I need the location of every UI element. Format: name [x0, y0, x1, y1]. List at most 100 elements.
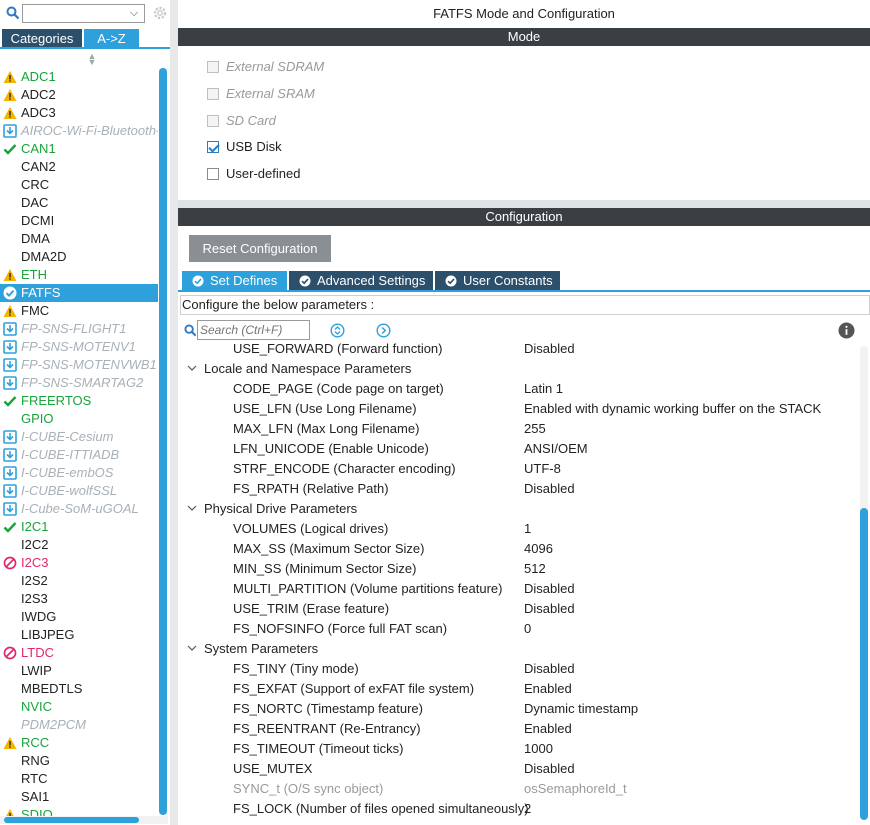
- parameter-row[interactable]: FS_LOCK (Number of files opened simultan…: [178, 799, 856, 819]
- parameter-row[interactable]: LFN_UNICODE (Enable Unicode) ANSI/OEM: [178, 439, 856, 459]
- parameter-row[interactable]: USE_MUTEX Disabled: [178, 759, 856, 779]
- chevron-down-icon[interactable]: ⌵: [127, 6, 141, 21]
- peripheral-item-gpio[interactable]: GPIO: [0, 410, 158, 428]
- parameter-value[interactable]: Disabled: [524, 339, 575, 359]
- parameter-row[interactable]: USE_TRIM (Erase feature) Disabled: [178, 599, 856, 619]
- parameter-value[interactable]: Latin 1: [524, 379, 563, 399]
- info-icon[interactable]: [838, 322, 855, 339]
- parameter-row[interactable]: FS_REENTRANT (Re-Entrancy) Enabled: [178, 719, 856, 739]
- parameter-row[interactable]: STRF_ENCODE (Character encoding) UTF-8: [178, 459, 856, 479]
- peripheral-item-i-cube-embos[interactable]: I-CUBE-embOS: [0, 464, 158, 482]
- peripheral-item-adc2[interactable]: ADC2: [0, 86, 158, 104]
- tab-categories[interactable]: Categories: [2, 29, 82, 48]
- tab-user-constants[interactable]: User Constants: [435, 271, 560, 291]
- peripheral-item-mbedtls[interactable]: MBEDTLS: [0, 680, 158, 698]
- peripheral-item-ltdc[interactable]: LTDC: [0, 644, 158, 662]
- parameter-value[interactable]: Disabled: [524, 599, 575, 619]
- peripheral-item-fmc[interactable]: FMC: [0, 302, 158, 320]
- scrollbar-thumb[interactable]: [4, 817, 139, 823]
- parameter-row[interactable]: FS_NORTC (Timestamp feature) Dynamic time…: [178, 699, 856, 719]
- checkbox[interactable]: [207, 141, 219, 153]
- peripheral-item-fp-sns-motenv1[interactable]: FP-SNS-MOTENV1: [0, 338, 158, 356]
- parameter-group-locale-and-namespace-parameters[interactable]: Locale and Namespace Parameters: [178, 359, 856, 379]
- peripheral-item-freertos[interactable]: FREERTOS: [0, 392, 158, 410]
- search-next-icon[interactable]: [376, 323, 391, 338]
- gear-icon[interactable]: [152, 5, 168, 21]
- search-icon[interactable]: [6, 6, 20, 20]
- parameter-row[interactable]: FS_TINY (Tiny mode) Disabled: [178, 659, 856, 679]
- parameter-row[interactable]: MULTI_PARTITION (Volume partitions featu…: [178, 579, 856, 599]
- parameter-row[interactable]: CODE_PAGE (Code page on target) Latin 1: [178, 379, 856, 399]
- parameter-value[interactable]: ANSI/OEM: [524, 439, 588, 459]
- parameter-value[interactable]: Disabled: [524, 479, 575, 499]
- chevron-down-icon[interactable]: [186, 642, 198, 654]
- parameter-value[interactable]: 0: [524, 619, 531, 639]
- peripheral-item-dac[interactable]: DAC: [0, 194, 158, 212]
- chevron-down-icon[interactable]: [186, 502, 198, 514]
- parameter-value[interactable]: 1: [524, 519, 531, 539]
- peripheral-item-sai1[interactable]: SAI1: [0, 788, 158, 806]
- peripheral-item-nvic[interactable]: NVIC: [0, 698, 158, 716]
- peripheral-list-vertical-scrollbar[interactable]: [159, 68, 167, 815]
- peripheral-item-fatfs[interactable]: FATFS: [0, 284, 158, 302]
- parameter-row[interactable]: FS_EXFAT (Support of exFAT file system) E…: [178, 679, 856, 699]
- reset-configuration-button[interactable]: Reset Configuration: [189, 235, 331, 262]
- parameter-value[interactable]: Enabled with dynamic working buffer on t…: [524, 399, 821, 419]
- parameter-row[interactable]: USE_LFN (Use Long Filename) Enabled with …: [178, 399, 856, 419]
- peripheral-item-dma2d[interactable]: DMA2D: [0, 248, 158, 266]
- peripheral-item-rcc[interactable]: RCC: [0, 734, 158, 752]
- peripheral-item-dma[interactable]: DMA: [0, 230, 158, 248]
- parameter-row[interactable]: FS_RPATH (Relative Path) Disabled: [178, 479, 856, 499]
- chevron-down-icon[interactable]: [186, 362, 198, 374]
- parameter-value[interactable]: Disabled: [524, 579, 575, 599]
- parameter-row[interactable]: SYNC_t (O/S sync object) osSemaphoreId_t: [178, 779, 856, 799]
- peripheral-item-fp-sns-motenvwb1[interactable]: FP-SNS-MOTENVWB1: [0, 356, 158, 374]
- peripheral-item-i-cube-wolfssl[interactable]: I-CUBE-wolfSSL: [0, 482, 158, 500]
- parameter-row[interactable]: MIN_SS (Minimum Sector Size) 512: [178, 559, 856, 579]
- checkbox[interactable]: [207, 168, 219, 180]
- peripheral-item-i2c1[interactable]: I2C1: [0, 518, 158, 536]
- scrollbar-thumb[interactable]: [159, 68, 167, 815]
- peripheral-item-i-cube-som-ugoal[interactable]: I-Cube-SoM-uGOAL: [0, 500, 158, 518]
- parameter-row[interactable]: MAX_SS (Maximum Sector Size) 4096: [178, 539, 856, 559]
- peripheral-item-fp-sns-flight1[interactable]: FP-SNS-FLIGHT1: [0, 320, 158, 338]
- panel-splitter[interactable]: [170, 0, 178, 825]
- parameter-search-input[interactable]: [197, 320, 310, 340]
- peripheral-item-iwdg[interactable]: IWDG: [0, 608, 158, 626]
- peripheral-item-can2[interactable]: CAN2: [0, 158, 158, 176]
- parameter-value[interactable]: Enabled: [524, 679, 572, 699]
- parameter-value[interactable]: osSemaphoreId_t: [524, 779, 627, 799]
- peripheral-item-i-cube-cesium[interactable]: I-CUBE-Cesium: [0, 428, 158, 446]
- peripheral-item-lwip[interactable]: LWIP: [0, 662, 158, 680]
- parameter-vertical-scrollbar[interactable]: [860, 346, 868, 820]
- peripheral-item-i2c2[interactable]: I2C2: [0, 536, 158, 554]
- parameter-value[interactable]: 1000: [524, 739, 553, 759]
- peripheral-item-fp-sns-smartag2[interactable]: FP-SNS-SMARTAG2: [0, 374, 158, 392]
- peripheral-list-horizontal-scrollbar[interactable]: [0, 816, 168, 824]
- parameter-value[interactable]: 2: [524, 799, 531, 819]
- peripheral-search-combo[interactable]: ⌵: [22, 4, 145, 23]
- peripheral-item-libjpeg[interactable]: LIBJPEG: [0, 626, 158, 644]
- peripheral-item-airoc-wi-fi-bluetooth-stm32[interactable]: AIROC-Wi-Fi-Bluetooth-STM32: [0, 122, 158, 140]
- peripheral-item-i-cube-ittiadb[interactable]: I-CUBE-ITTIADB: [0, 446, 158, 464]
- parameter-row[interactable]: FS_TIMEOUT (Timeout ticks) 1000: [178, 739, 856, 759]
- parameter-value[interactable]: Dynamic timestamp: [524, 699, 638, 719]
- parameter-value[interactable]: 255: [524, 419, 546, 439]
- peripheral-item-dcmi[interactable]: DCMI: [0, 212, 158, 230]
- parameter-value[interactable]: 512: [524, 559, 546, 579]
- parameter-row[interactable]: VOLUMES (Logical drives) 1: [178, 519, 856, 539]
- parameter-group-physical-drive-parameters[interactable]: Physical Drive Parameters: [178, 499, 856, 519]
- peripheral-item-can1[interactable]: CAN1: [0, 140, 158, 158]
- tab-set-defines[interactable]: Set Defines: [182, 271, 287, 291]
- parameter-group-system-parameters[interactable]: System Parameters: [178, 639, 856, 659]
- parameter-row[interactable]: FS_NOFSINFO (Force full FAT scan) 0: [178, 619, 856, 639]
- peripheral-item-adc3[interactable]: ADC3: [0, 104, 158, 122]
- peripheral-item-i2s2[interactable]: I2S2: [0, 572, 158, 590]
- tab-a-to-z[interactable]: A->Z: [84, 29, 139, 48]
- peripheral-item-crc[interactable]: CRC: [0, 176, 158, 194]
- peripheral-item-pdm2pcm[interactable]: PDM2PCM: [0, 716, 158, 734]
- peripheral-item-adc1[interactable]: ADC1: [0, 68, 158, 86]
- parameter-value[interactable]: Disabled: [524, 759, 575, 779]
- search-previous-icon[interactable]: [330, 323, 345, 338]
- parameter-row[interactable]: MAX_LFN (Max Long Filename) 255: [178, 419, 856, 439]
